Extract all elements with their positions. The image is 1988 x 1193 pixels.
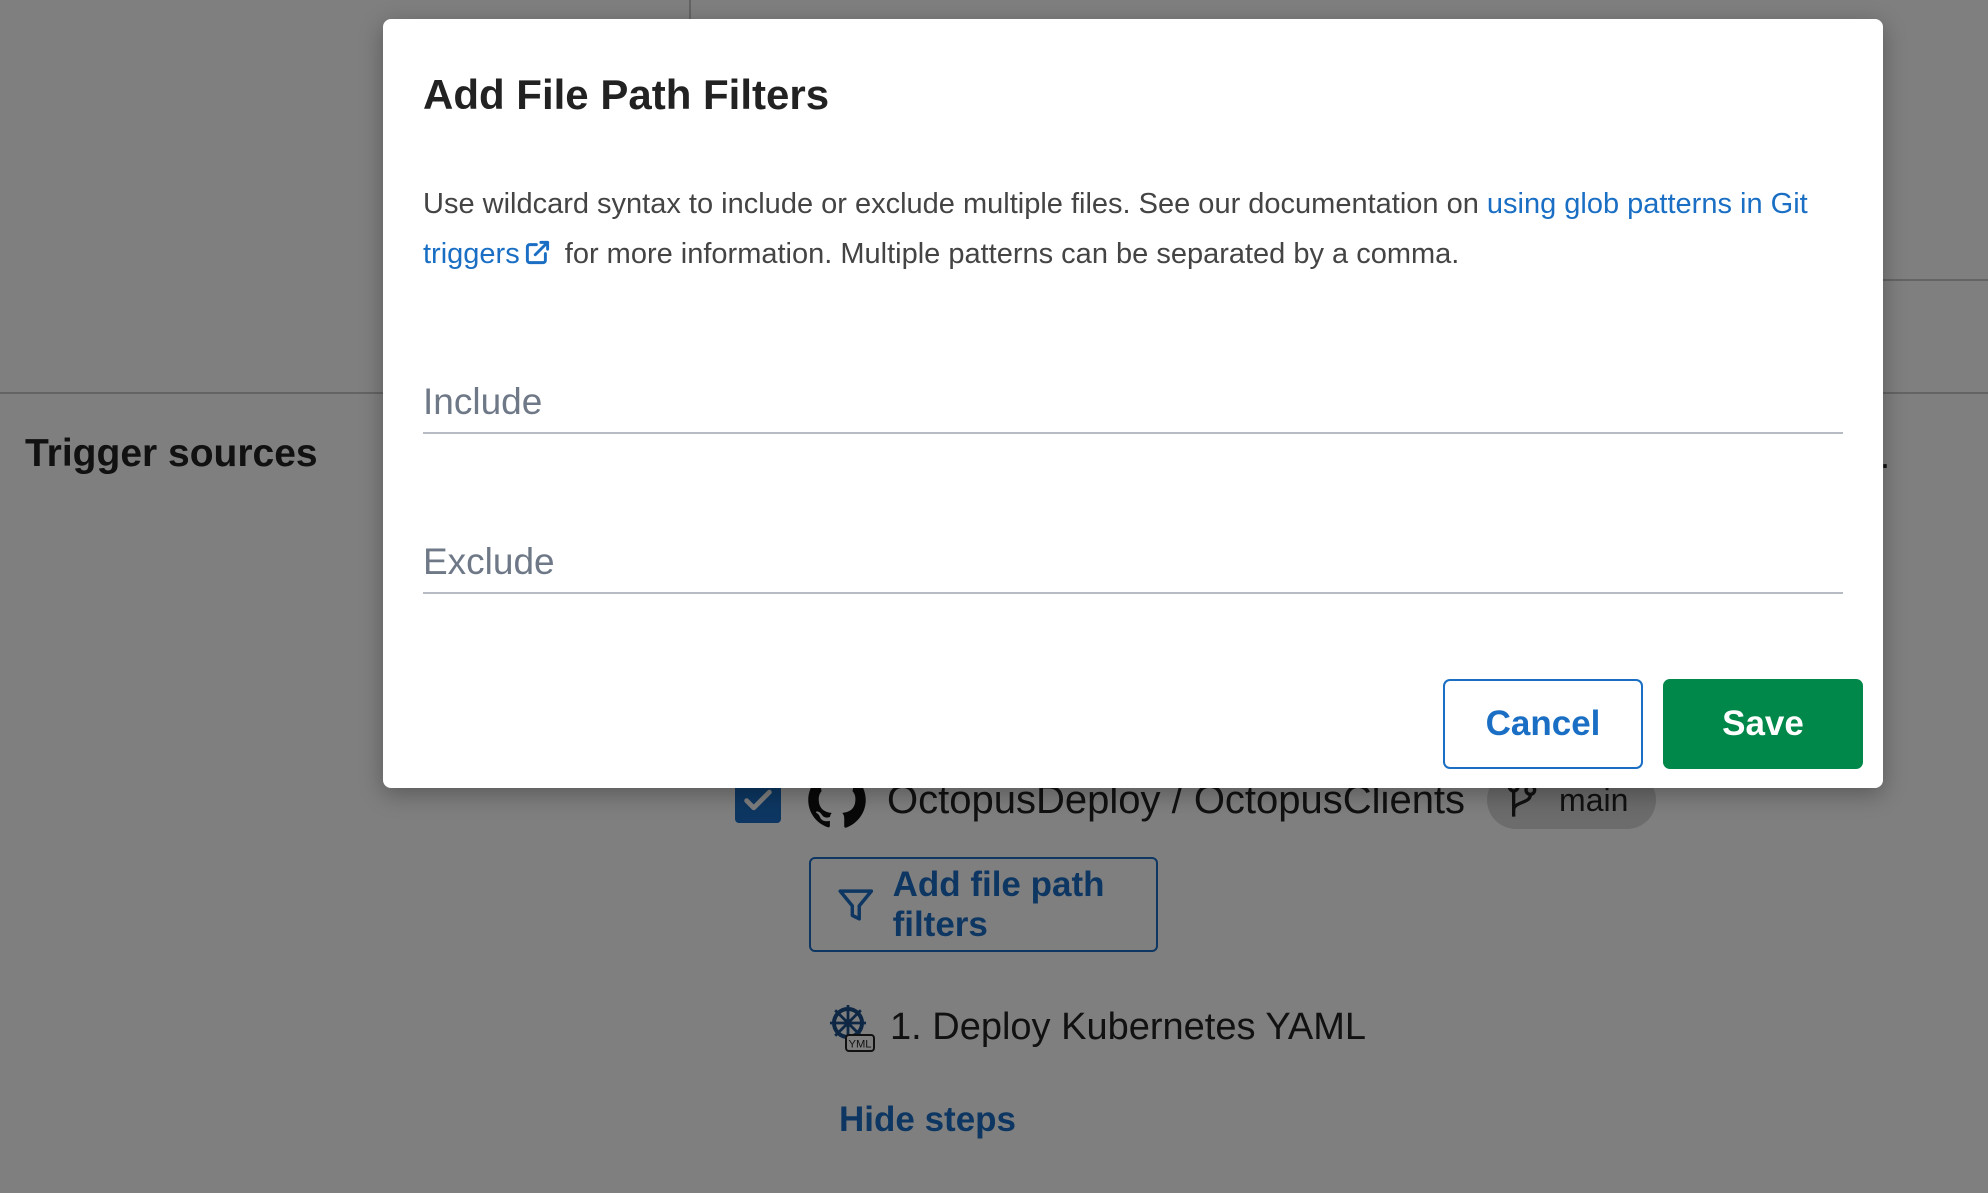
- description-text: Use wildcard syntax to include or exclud…: [423, 188, 1487, 220]
- include-input[interactable]: [423, 352, 1843, 432]
- cancel-button[interactable]: Cancel: [1443, 679, 1643, 769]
- dialog-description: Use wildcard syntax to include or exclud…: [423, 179, 1853, 279]
- exclude-input[interactable]: [423, 512, 1843, 592]
- save-button[interactable]: Save: [1663, 679, 1863, 769]
- description-text-end: for more information. Multiple patterns …: [556, 238, 1460, 270]
- exclude-field: [423, 512, 1843, 594]
- dialog-title: Add File Path Filters: [423, 71, 830, 118]
- add-file-path-filters-dialog: Add File Path Filters Use wildcard synta…: [383, 19, 1883, 788]
- include-field: [423, 352, 1843, 434]
- external-link-icon: [525, 240, 549, 265]
